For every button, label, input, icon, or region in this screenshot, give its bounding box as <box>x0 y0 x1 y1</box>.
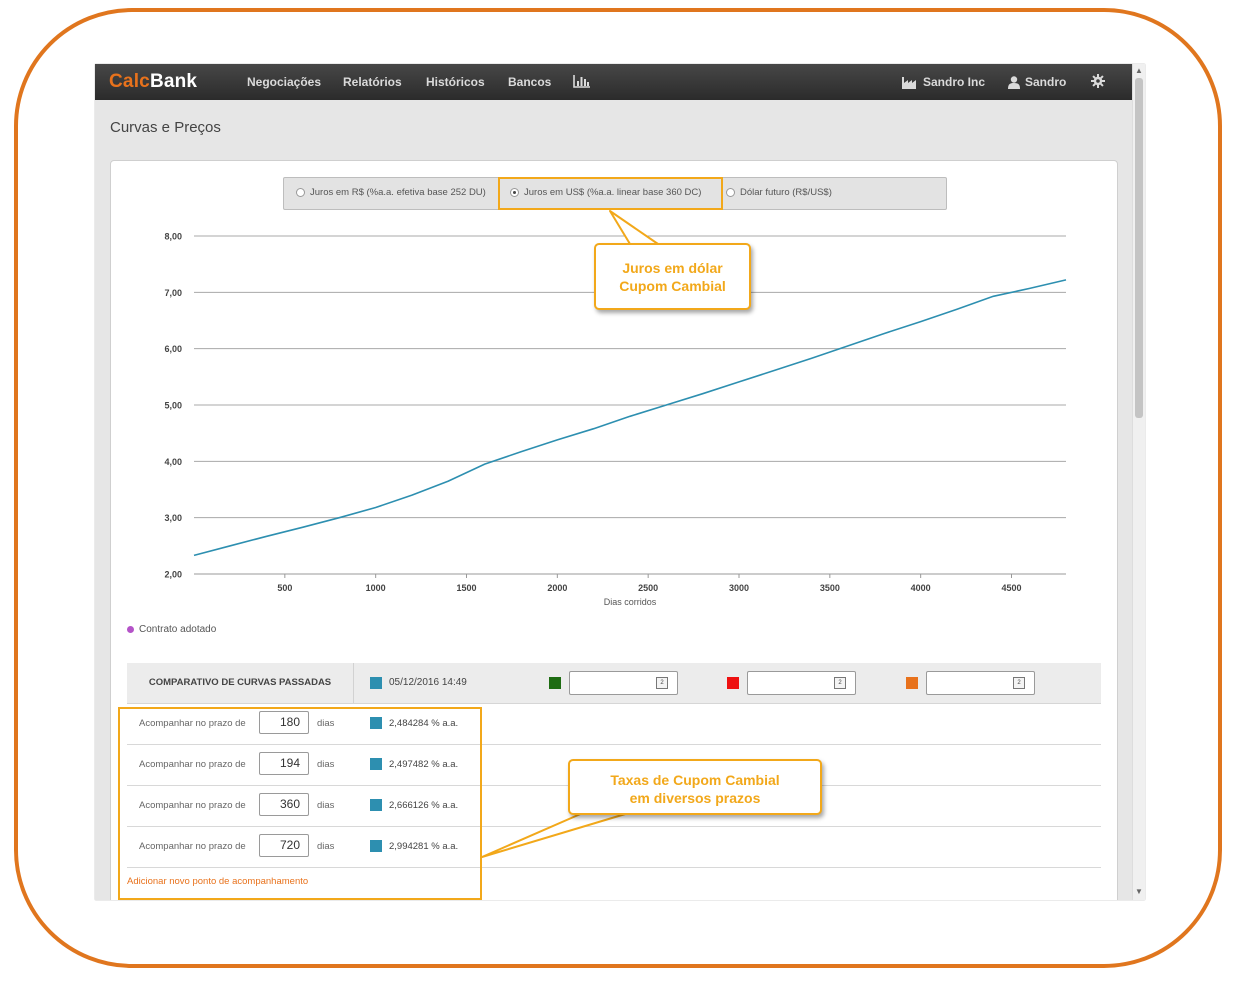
compare-date-input-1[interactable]: 2 <box>569 671 678 695</box>
current-curve-date: 05/12/2016 14:49 <box>389 677 467 688</box>
nav-relatorios[interactable]: Relatórios <box>343 75 402 89</box>
comparison-title: COMPARATIVO DE CURVAS PASSADAS <box>127 663 354 703</box>
y-tick-label: 5,00 <box>164 401 182 411</box>
callout2-line2: em diversos prazos <box>629 790 761 806</box>
calendar-icon[interactable]: 2 <box>656 677 668 689</box>
y-tick-label: 4,00 <box>164 457 182 467</box>
bar-chart-icon-svg <box>573 75 590 88</box>
compare-swatch-orange <box>906 677 918 689</box>
callout2-line1: Taxas de Cupom Cambial <box>610 772 780 788</box>
series-line <box>193 279 1067 557</box>
nav-negociacoes[interactable]: Negociações <box>247 75 321 89</box>
user-name: Sandro <box>1025 75 1067 89</box>
legend-marker <box>127 626 134 633</box>
callout-taxas-cupom: Taxas de Cupom Cambial em diversos prazo… <box>568 759 822 815</box>
x-tick-label: 1500 <box>456 583 476 593</box>
x-tick-label: 4000 <box>911 583 931 593</box>
x-tick-label: 1000 <box>366 583 386 593</box>
callout-juros-dolar: Juros em dólar Cupom Cambial <box>594 243 751 310</box>
bar-chart-icon[interactable] <box>573 74 591 91</box>
chart-legend[interactable]: Contrato adotado <box>127 624 216 635</box>
top-navbar: CalcBank Negociações Relatórios Históric… <box>95 64 1133 100</box>
yield-curve-chart: 2,00 3,00 4,00 5,00 6,00 7,00 8,00 500 1000 1500 2… <box>164 232 1067 607</box>
page-title: Curvas e Preços <box>110 119 221 136</box>
scroll-thumb[interactable] <box>1135 78 1143 418</box>
vertical-scrollbar[interactable]: ▲ ▼ <box>1132 64 1145 900</box>
highlight-usd-option <box>498 177 723 210</box>
legend-label: Contrato adotado <box>139 624 217 635</box>
nav-bancos[interactable]: Bancos <box>508 75 551 89</box>
current-curve-swatch <box>370 677 382 689</box>
x-axis-label: Dias corridos <box>604 597 657 607</box>
callout1-line2: Cupom Cambial <box>619 278 726 294</box>
compare-swatch-red <box>727 677 739 689</box>
x-tick-label: 2500 <box>638 583 658 593</box>
calendar-icon[interactable]: 2 <box>834 677 846 689</box>
x-tick-label: 3500 <box>820 583 840 593</box>
comparison-header: COMPARATIVO DE CURVAS PASSADAS 05/12/201… <box>127 663 1101 704</box>
scroll-down-arrow[interactable]: ▼ <box>1135 887 1143 896</box>
user-icon <box>1008 75 1020 89</box>
compare-date-input-2[interactable]: 2 <box>747 671 856 695</box>
x-tick-label: 3000 <box>729 583 749 593</box>
calendar-icon[interactable]: 2 <box>1013 677 1025 689</box>
y-tick-label: 3,00 <box>164 513 182 523</box>
company-menu[interactable]: Sandro Inc <box>902 75 985 89</box>
x-tick-label: 4500 <box>1001 583 1021 593</box>
x-tick-label: 500 <box>277 583 292 593</box>
highlight-tracking-rows <box>118 707 482 900</box>
x-tick-label: 2000 <box>547 583 567 593</box>
company-name: Sandro Inc <box>923 75 986 89</box>
y-tick-label: 2,00 <box>164 570 182 580</box>
y-tick-label: 6,00 <box>164 344 182 354</box>
user-menu[interactable]: Sandro <box>1008 75 1066 89</box>
gear-icon[interactable] <box>1091 74 1105 88</box>
brand-part1: Calc <box>109 71 150 92</box>
scroll-up-arrow[interactable]: ▲ <box>1135 66 1143 75</box>
compare-swatch-green <box>549 677 561 689</box>
y-tick-label: 7,00 <box>164 288 182 298</box>
nav-historicos[interactable]: Históricos <box>426 75 485 89</box>
brand-part2: Bank <box>149 71 198 92</box>
gear-icon-svg <box>1091 74 1105 88</box>
brand-logo[interactable]: CalcBank <box>109 71 197 93</box>
callout1-line1: Juros em dólar <box>622 260 723 276</box>
compare-date-input-3[interactable]: 2 <box>926 671 1035 695</box>
factory-icon <box>902 76 916 89</box>
y-tick-label: 8,00 <box>164 232 182 242</box>
